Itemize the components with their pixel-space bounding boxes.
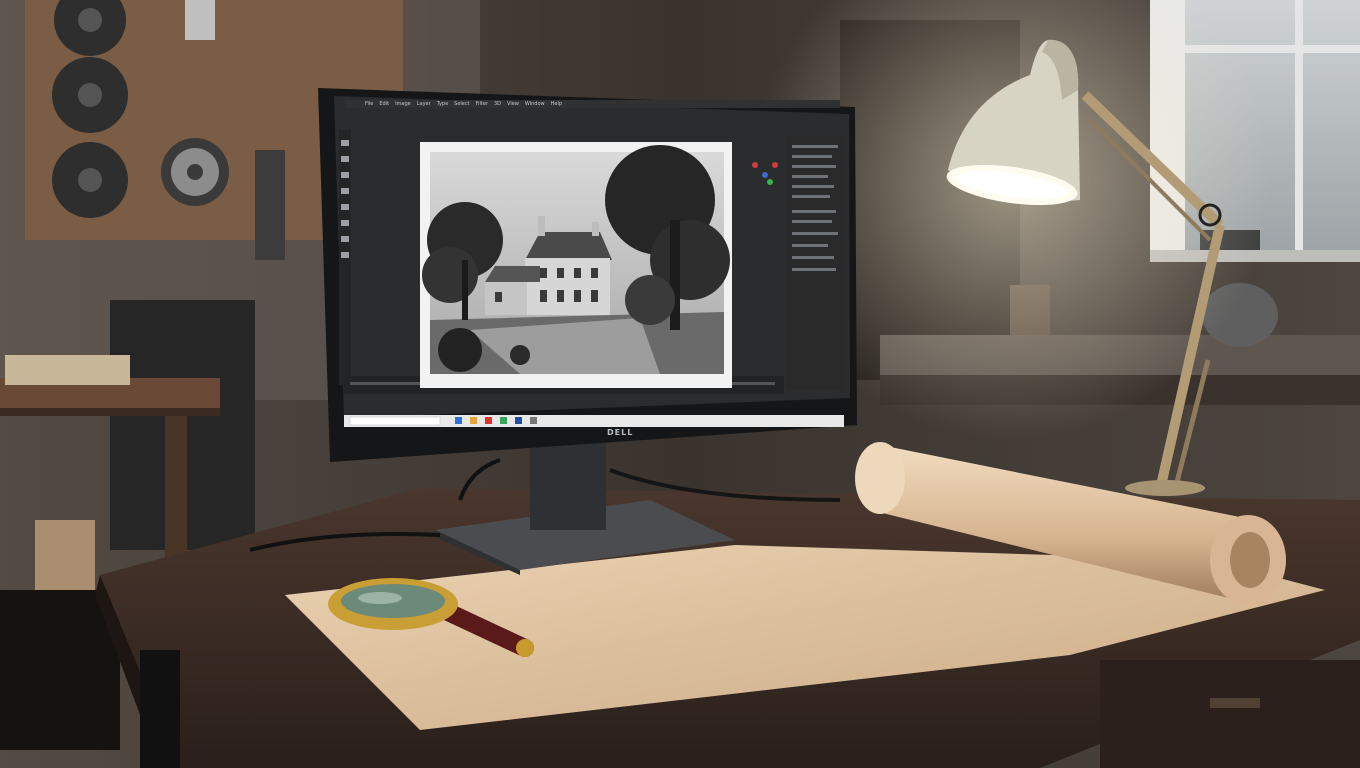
menu-item-help[interactable]: Help [551,100,562,108]
menu-item-view[interactable]: View [507,100,519,108]
scene-illustration [0,0,1360,768]
menu-item-edit[interactable]: Edit [379,100,389,108]
menu-item-type[interactable]: Type [437,100,448,108]
monitor-brand-logo: DELL [607,428,634,437]
workshop-desk-scene: File Edit Image Layer Type Select Filter… [0,0,1360,768]
menu-item-image[interactable]: Image [395,100,411,108]
menu-item-3d[interactable]: 3D [494,100,501,108]
canvas-photo [420,142,732,388]
menu-item-window[interactable]: Window [525,100,545,108]
monitor [318,88,857,462]
app-menubar: File Edit Image Layer Type Select Filter… [345,100,840,108]
menu-item-select[interactable]: Select [454,100,469,108]
menu-item-file[interactable]: File [365,100,373,108]
menu-item-filter[interactable]: Filter [476,100,488,108]
menu-item-layer[interactable]: Layer [417,100,431,108]
